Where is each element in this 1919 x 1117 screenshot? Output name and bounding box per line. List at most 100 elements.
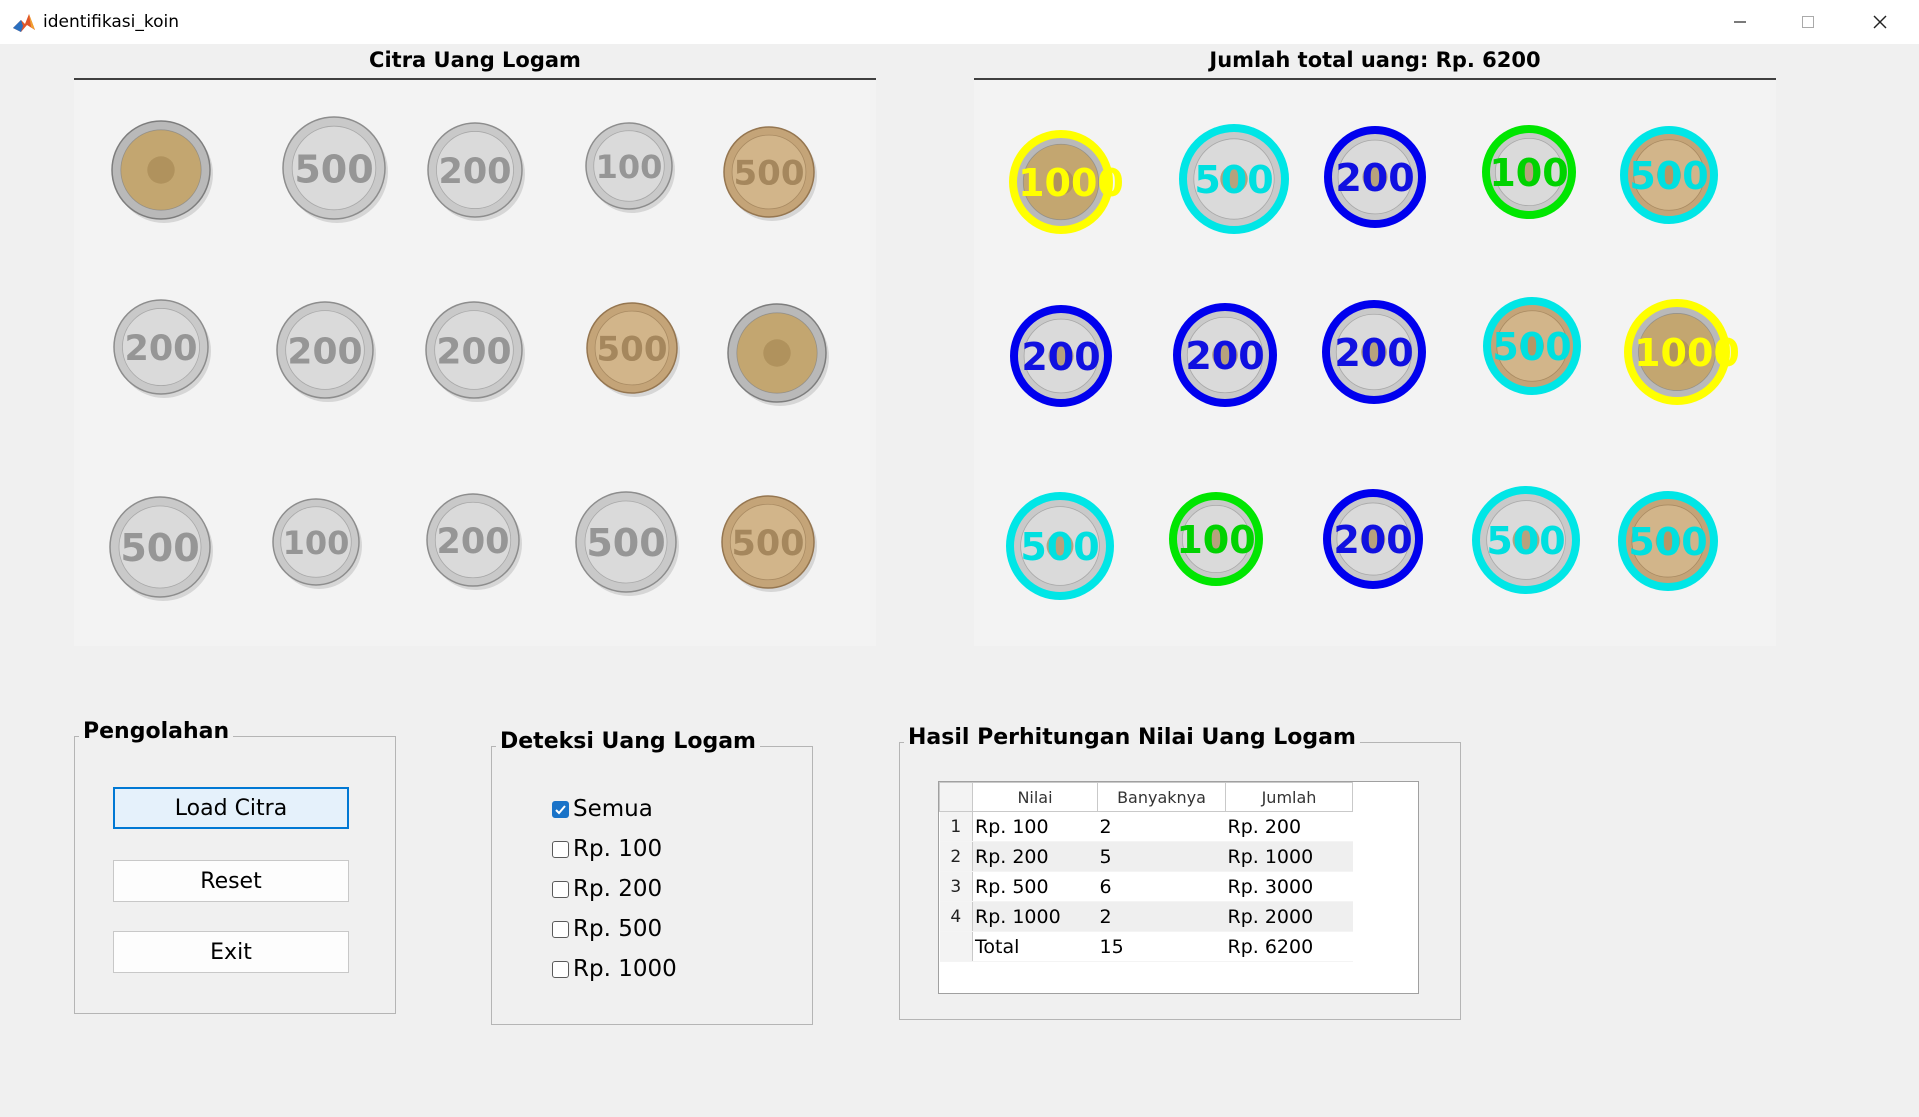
pengolahan-panel: Pengolahan Load Citra Reset Exit [74,719,396,1014]
detection-value-label: 500 [1194,158,1273,202]
result-table[interactable]: Nilai Banyaknya Jumlah 1 Rp. 100 2 Rp. 2… [938,781,1419,994]
table-row[interactable]: 1 Rp. 100 2 Rp. 200 [939,811,1353,842]
checkbox-icon-checked[interactable] [552,800,569,818]
detection-value-label: 500 [1629,154,1708,198]
coin-silver-3: 100 [585,122,675,213]
cell-jumlah[interactable]: Rp. 2000 [1225,901,1353,932]
detection-value-label: 500 [1628,520,1707,564]
hasil-panel-title: Hasil Perhitungan Nilai Uang Logam [904,725,1360,750]
row-header-corner [939,782,973,812]
table-row-total[interactable]: Total 15 Rp. 6200 [939,931,1353,962]
maximize-button[interactable] [1774,0,1842,44]
cell-banyaknya[interactable]: 15 [1097,931,1226,962]
detection-value-label: 500 [1492,325,1571,369]
cell-nilai[interactable]: Rp. 500 [972,871,1098,902]
cell-jumlah[interactable]: Rp. 6200 [1225,931,1353,962]
detection-value-label: 200 [1021,335,1100,379]
coin-gold-14: 500 [721,495,817,592]
table-row[interactable]: 3 Rp. 500 6 Rp. 3000 [939,871,1353,902]
coin-silver-1: 500 [282,116,388,223]
checkbox-rp-1000[interactable]: Rp. 1000 [552,953,677,985]
coin-gold-8: 500 [586,302,680,397]
detection-value-label: 200 [1334,331,1413,375]
checkbox-rp-200[interactable]: Rp. 200 [552,873,662,905]
coin-silver-2: 200 [427,122,525,221]
coin-bimetal-9 [727,303,829,406]
checkbox-icon[interactable] [552,920,569,938]
coin-silver-12: 200 [426,493,522,590]
checkbox-icon[interactable] [552,960,569,978]
checkbox-label: Rp. 200 [573,876,663,902]
matlab-app-icon [13,14,35,32]
cell-jumlah[interactable]: Rp. 1000 [1225,841,1353,872]
svg-text:500: 500 [294,147,373,191]
column-header-banyaknya[interactable]: Banyaknya [1097,782,1226,812]
row-header: 1 [939,811,973,842]
detection-value-label: 100 [1176,518,1255,562]
coin-bimetal-0 [111,120,213,223]
cell-jumlah[interactable]: Rp. 200 [1225,811,1353,842]
svg-text:500: 500 [734,154,805,194]
svg-text:500: 500 [586,521,665,565]
detection-value-label: 500 [1486,519,1565,563]
coin-silver-7: 200 [425,301,525,402]
detection-image-axes: 1000 500 200 100 500 200 200 200 500 1000 500 100 20… [974,78,1776,646]
svg-text:200: 200 [438,152,511,192]
checkbox-label: Rp. 500 [573,916,663,942]
detection-value-label: 1000 [1634,331,1740,375]
coin-silver-13: 500 [575,491,679,596]
svg-text:200: 200 [124,329,197,369]
result-table-grid: Nilai Banyaknya Jumlah 1 Rp. 100 2 Rp. 2… [939,782,1353,962]
checkbox-semua[interactable]: Semua [552,793,653,825]
coin-silver-5: 200 [113,299,211,398]
close-icon [1873,15,1887,29]
checkbox-icon[interactable] [552,880,569,898]
scrollbar[interactable] [1910,44,1919,1117]
cell-jumlah[interactable]: Rp. 3000 [1225,871,1353,902]
detection-value-label: 1000 [1018,161,1124,205]
detection-value-label: 500 [1020,525,1099,569]
deteksi-panel-title: Deteksi Uang Logam [496,729,760,754]
load-citra-button[interactable]: Load Citra [113,787,349,829]
original-image-axes: 500 200 100 500 200 200 200 500 500 100 200 500 500 [74,78,876,646]
detection-value-label: 200 [1185,334,1264,378]
svg-text:500: 500 [120,526,199,570]
svg-text:500: 500 [597,330,668,370]
checkmark-icon [555,804,566,814]
cell-banyaknya[interactable]: 2 [1097,901,1226,932]
cell-nilai[interactable]: Rp. 1000 [972,901,1098,932]
cell-banyaknya[interactable]: 2 [1097,811,1226,842]
column-header-nilai[interactable]: Nilai [972,782,1098,812]
svg-text:200: 200 [436,331,511,372]
cell-nilai[interactable]: Total [972,931,1098,962]
checkbox-rp-100[interactable]: Rp. 100 [552,833,662,865]
cell-nilai[interactable]: Rp. 100 [972,811,1098,842]
window-title: identifikasi_koin [43,12,180,32]
checkbox-label: Rp. 100 [573,836,663,862]
svg-text:200: 200 [287,331,362,372]
detection-value-label: 100 [1489,151,1568,195]
coin-gold-4: 500 [723,126,817,221]
pengolahan-panel-title: Pengolahan [79,719,234,744]
checkbox-icon[interactable] [552,840,569,858]
column-header-jumlah[interactable]: Jumlah [1225,782,1353,812]
row-header: 2 [939,841,973,872]
table-row[interactable]: 4 Rp. 1000 2 Rp. 2000 [939,901,1353,932]
minimize-icon [1734,21,1746,23]
cell-banyaknya[interactable]: 6 [1097,871,1226,902]
row-header: 3 [939,871,973,902]
checkbox-rp-500[interactable]: Rp. 500 [552,913,662,945]
exit-button[interactable]: Exit [113,931,349,973]
right-axes-title: Jumlah total uang: Rp. 6200 [1209,48,1541,72]
cell-banyaknya[interactable]: 5 [1097,841,1226,872]
svg-text:100: 100 [283,524,350,562]
minimize-button[interactable] [1706,0,1774,44]
maximize-icon [1802,16,1814,28]
reset-button[interactable]: Reset [113,860,349,902]
row-header [939,931,973,962]
cell-nilai[interactable]: Rp. 200 [972,841,1098,872]
close-button[interactable] [1846,0,1914,44]
table-row[interactable]: 2 Rp. 200 5 Rp. 1000 [939,841,1353,872]
detection-value-label: 200 [1335,156,1414,200]
row-header: 4 [939,901,973,932]
